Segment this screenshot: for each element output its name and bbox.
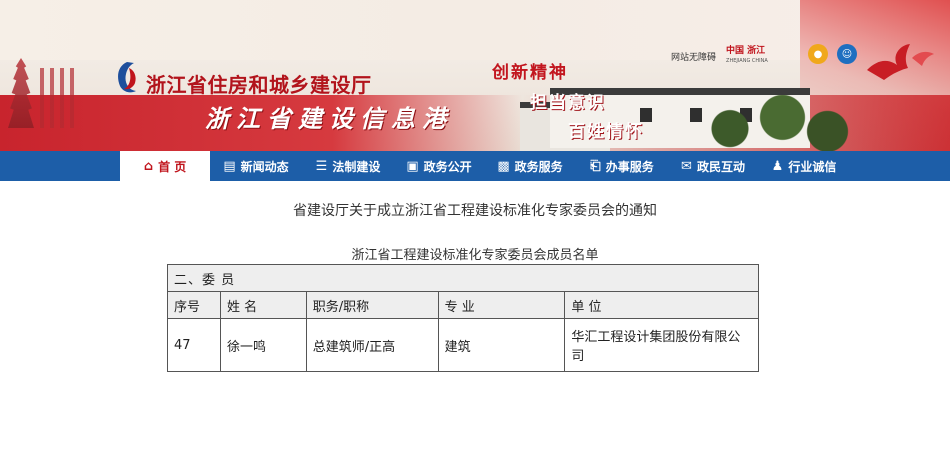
- top-links: 网站无障碍 中国 浙江 ZHEJIANG CHINA: [671, 46, 768, 66]
- nav-item-label: 法制建设: [332, 159, 381, 174]
- slogan-responsibility: 担当意识: [530, 93, 606, 113]
- main-navigation: ⌂ 首 页 ▤ 新闻动态 ☰ 法制建设 ▣ 政务公开 ▩ 政务服务 ⎗ 办事服务…: [0, 151, 950, 181]
- column-header: 单 位: [564, 291, 759, 319]
- table-cell-specialty: 建筑: [437, 318, 566, 372]
- nav-item-label: 行业诚信: [788, 159, 837, 174]
- department-logo-icon[interactable]: [112, 60, 142, 96]
- nav-item-service[interactable]: ⎗ 办事服务: [576, 151, 668, 181]
- nav-item-label: 首 页: [158, 159, 187, 174]
- nav-item-label: 新闻动态: [240, 159, 289, 174]
- table-row: 47 徐一鸣 总建筑师/正高 建筑 华汇工程设计集团股份有限公司: [167, 318, 759, 372]
- site-title[interactable]: 浙江省住房和城乡建设厅: [146, 69, 372, 98]
- document-title: 省建设厅关于成立浙江省工程建设标准化专家委员会的通知: [293, 203, 657, 219]
- table-header-row: 序号 姓 名 职务/职称 专 业 单 位: [167, 291, 759, 319]
- wechat-icon[interactable]: ☺: [837, 44, 857, 64]
- table-cell-name: 徐一鸣: [219, 318, 307, 372]
- nav-item-label: 政务公开: [423, 159, 472, 174]
- slogan-innovation: 创新精神: [492, 63, 568, 83]
- table-caption: 浙江省工程建设标准化专家委员会成员名单: [351, 248, 599, 263]
- site-banner: 浙江省住房和城乡建设厅 浙江省建设信息港 创新精神 担当意识 百姓情怀 网站无障…: [0, 0, 950, 151]
- table-cell-number: 47: [167, 318, 221, 372]
- table-section-row: 二、委 员: [167, 264, 759, 292]
- accessibility-link[interactable]: 网站无障碍: [671, 50, 716, 63]
- site-subtitle: 浙江省建设信息港: [205, 104, 453, 133]
- trees-illustration: [700, 95, 850, 151]
- slogan-people: 百姓情怀: [568, 122, 644, 142]
- members-table: 二、委 员 序号 姓 名 职务/职称 专 业 单 位 47 徐一鸣 总建筑师/正…: [167, 264, 759, 372]
- pagoda-illustration: [8, 58, 34, 128]
- nav-item-interaction[interactable]: ✉ 政民互动: [668, 151, 758, 181]
- weibo-icon[interactable]: ●: [808, 44, 828, 64]
- interaction-icon: ✉: [681, 158, 692, 174]
- city-towers-illustration: [40, 68, 80, 128]
- open-gov-icon: ▣: [406, 158, 419, 174]
- portal-sublabel: ZHEJIANG CHINA: [726, 58, 768, 64]
- law-icon: ☰: [315, 158, 328, 174]
- doves-illustration: [867, 44, 934, 80]
- nav-item-label: 政务服务: [514, 159, 563, 174]
- table-cell-title: 总建筑师/正高: [305, 318, 439, 372]
- nav-item-credit[interactable]: ♟ 行业诚信: [758, 151, 850, 181]
- news-icon: ▤: [223, 158, 236, 174]
- nav-item-open-gov[interactable]: ▣ 政务公开: [394, 151, 484, 181]
- column-header: 序号: [167, 291, 221, 319]
- credit-icon: ♟: [771, 158, 784, 174]
- column-header: 姓 名: [219, 291, 307, 319]
- column-header: 职务/职称: [305, 291, 439, 319]
- portal-label: 中国 浙江: [726, 46, 766, 56]
- column-header: 专 业: [437, 291, 566, 319]
- zhejiang-portal-link[interactable]: 中国 浙江 ZHEJIANG CHINA: [726, 46, 768, 66]
- service-icon: ⎗: [590, 158, 601, 174]
- nav-item-label: 办事服务: [605, 159, 654, 174]
- gov-service-icon: ▩: [497, 158, 510, 174]
- table-cell-organization: 华汇工程设计集团股份有限公司: [564, 318, 759, 372]
- nav-item-news[interactable]: ▤ 新闻动态: [210, 151, 302, 181]
- nav-item-law[interactable]: ☰ 法制建设: [302, 151, 394, 181]
- nav-item-label: 政民互动: [696, 159, 745, 174]
- nav-item-home[interactable]: ⌂ 首 页: [120, 151, 210, 181]
- table-section-label: 二、委 员: [167, 264, 759, 292]
- home-icon: ⌂: [143, 158, 154, 174]
- nav-item-gov-service[interactable]: ▩ 政务服务: [484, 151, 576, 181]
